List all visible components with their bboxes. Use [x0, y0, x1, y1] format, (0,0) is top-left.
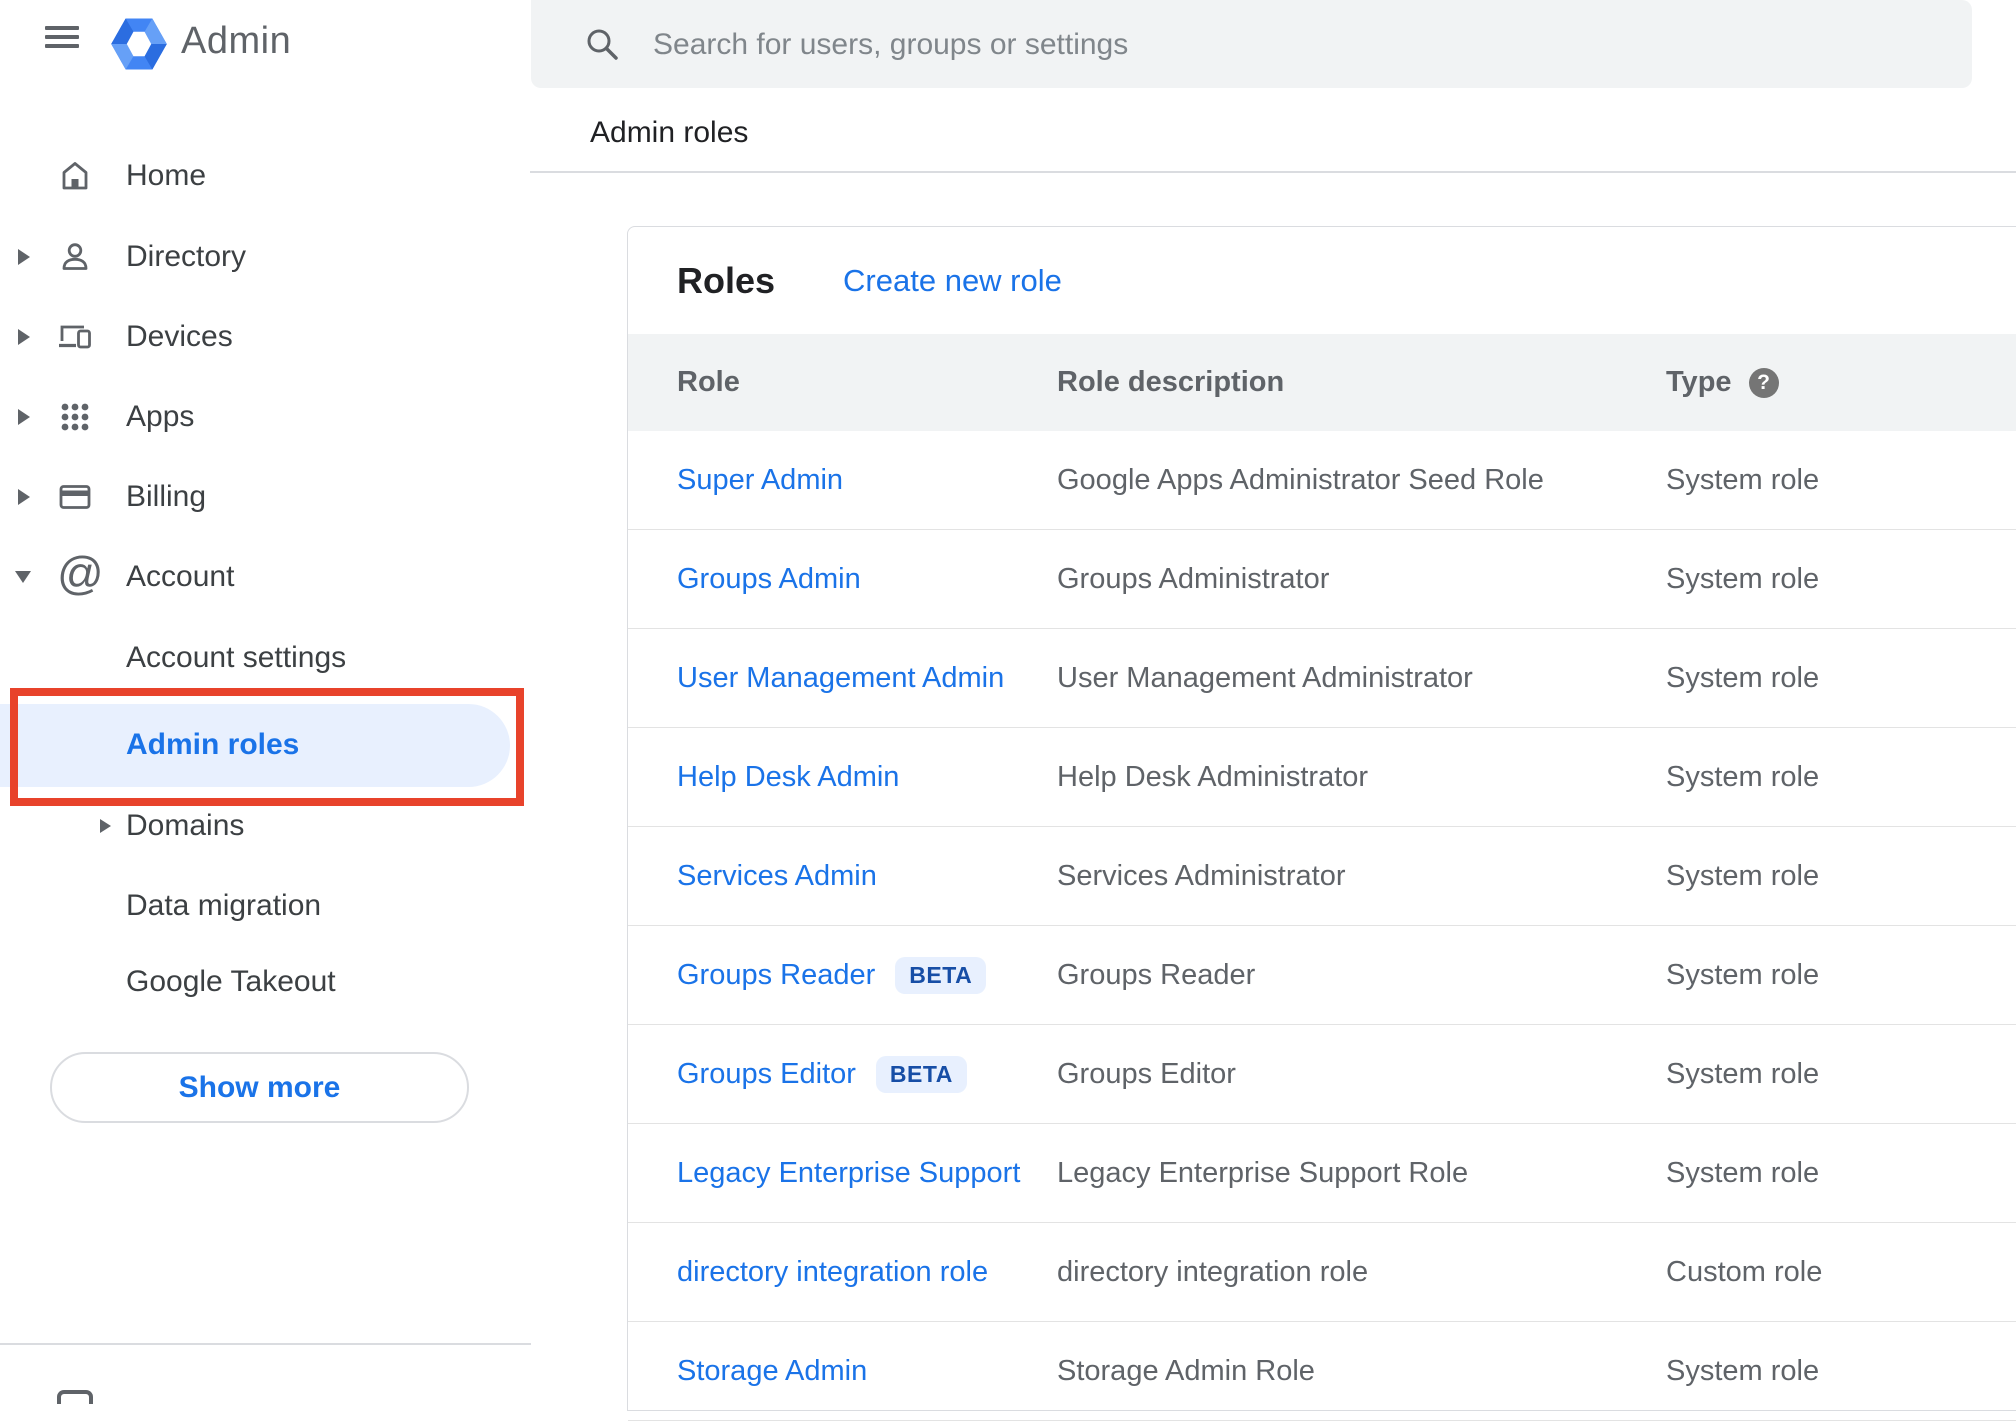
- breadcrumb: Admin roles: [590, 116, 749, 149]
- role-type: System role: [1666, 958, 1820, 991]
- column-header-role: Role: [677, 366, 740, 398]
- google-admin-logo-icon: [111, 14, 167, 79]
- column-header-type: Type: [1666, 366, 1732, 398]
- sidebar-item-account-settings[interactable]: Account settings: [0, 618, 531, 698]
- sidebar-item-label: Data migration: [126, 889, 322, 922]
- create-new-role-link[interactable]: Create new role: [843, 263, 1062, 299]
- sidebar-item-billing[interactable]: Billing: [0, 457, 531, 537]
- sidebar-item-home[interactable]: Home: [0, 136, 531, 216]
- sidebar-item-directory[interactable]: Directory: [0, 217, 531, 297]
- panel-title: Roles: [677, 259, 776, 301]
- sidebar-item-apps[interactable]: Apps: [0, 377, 531, 457]
- table-row: Groups Admin Groups Administrator System…: [628, 530, 2016, 629]
- role-type: System role: [1666, 463, 1820, 496]
- expand-arrow-icon[interactable]: [100, 819, 111, 833]
- role-type: System role: [1666, 1156, 1820, 1189]
- sidebar-item-google-takeout[interactable]: Google Takeout: [0, 942, 531, 1022]
- sidebar-item-label: Google Takeout: [126, 965, 336, 998]
- expand-arrow-icon[interactable]: [18, 329, 30, 345]
- role-type: System role: [1666, 1354, 1820, 1387]
- role-type: System role: [1666, 1057, 1820, 1090]
- sidebar-item-account[interactable]: @ Account: [0, 537, 531, 617]
- role-description: Services Administrator: [1057, 859, 1346, 892]
- role-description: Legacy Enterprise Support Role: [1057, 1156, 1469, 1189]
- sidebar-item-admin-roles[interactable]: Admin roles: [0, 705, 531, 785]
- role-description: directory integration role: [1057, 1255, 1369, 1288]
- sidebar-item-label: Account: [126, 560, 235, 593]
- expand-arrow-icon[interactable]: [18, 249, 30, 265]
- role-description: Google Apps Administrator Seed Role: [1057, 463, 1544, 496]
- partially-visible-icon: [57, 1390, 93, 1404]
- search-input[interactable]: [651, 0, 1935, 90]
- table-row: Services Admin Services Administrator Sy…: [628, 827, 2016, 926]
- sidebar-item-label: Home: [126, 159, 207, 192]
- role-link[interactable]: Help Desk Admin: [677, 761, 899, 794]
- role-link[interactable]: User Management Admin: [677, 662, 1004, 695]
- search-icon: [585, 27, 619, 61]
- sidebar-item-label: Admin roles: [126, 728, 300, 761]
- search-bar[interactable]: [531, 0, 1972, 90]
- role-description: Groups Administrator: [1057, 562, 1330, 595]
- help-icon[interactable]: ?: [1748, 367, 1779, 398]
- role-description: Groups Editor: [1057, 1057, 1236, 1090]
- role-description: Help Desk Administrator: [1057, 760, 1369, 793]
- show-more-button[interactable]: Show more: [50, 1052, 469, 1123]
- table-row: Super Admin Google Apps Administrator Se…: [628, 431, 2016, 530]
- collapse-arrow-icon[interactable]: [15, 571, 31, 583]
- role-type: System role: [1666, 859, 1820, 892]
- role-description: Groups Reader: [1057, 958, 1256, 991]
- role-description: User Management Administrator: [1057, 661, 1473, 694]
- table-row: User Management Admin User Management Ad…: [628, 629, 2016, 728]
- beta-badge: BETA: [875, 1055, 967, 1093]
- role-link[interactable]: Super Admin: [677, 464, 843, 497]
- sidebar-item-data-migration[interactable]: Data migration: [0, 866, 531, 946]
- sidebar-item-label: Directory: [126, 240, 247, 273]
- table-row: Groups Editor BETA Groups Editor System …: [628, 1025, 2016, 1124]
- table-row: Help Desk Admin Help Desk Administrator …: [628, 728, 2016, 827]
- person-icon: [57, 239, 93, 275]
- sidebar-item-domains[interactable]: Domains: [0, 786, 531, 866]
- sidebar-item-label: Domains: [126, 809, 245, 842]
- role-type: Custom role: [1666, 1255, 1823, 1288]
- sidebar-item-devices[interactable]: Devices: [0, 297, 531, 377]
- role-link[interactable]: Groups Admin: [677, 563, 861, 596]
- table-row: Storage Admin Storage Admin Role System …: [628, 1322, 2016, 1421]
- table-row: Legacy Enterprise Support Legacy Enterpr…: [628, 1124, 2016, 1223]
- column-header-description: Role description: [1057, 366, 1285, 398]
- roles-panel-header: Roles Create new role: [628, 227, 2016, 334]
- home-icon: [57, 158, 93, 194]
- role-link[interactable]: Groups Reader: [677, 959, 875, 992]
- menu-icon[interactable]: [45, 26, 79, 48]
- table-row: Groups Reader BETA Groups Reader System …: [628, 926, 2016, 1025]
- credit-card-icon: [57, 479, 93, 515]
- sidebar-item-label: Billing: [126, 480, 207, 513]
- role-link[interactable]: Groups Editor: [677, 1058, 856, 1091]
- sidebar-item-label: Apps: [126, 400, 195, 433]
- beta-badge: BETA: [895, 956, 987, 994]
- expand-arrow-icon[interactable]: [18, 409, 30, 425]
- at-sign-icon: @: [57, 547, 104, 599]
- role-link[interactable]: directory integration role: [677, 1256, 988, 1289]
- role-link[interactable]: Storage Admin: [677, 1355, 867, 1388]
- table-row: directory integration role directory int…: [628, 1223, 2016, 1322]
- apps-grid-icon: [57, 399, 93, 435]
- header-divider: [530, 171, 2016, 173]
- role-type: System role: [1666, 562, 1820, 595]
- role-type: System role: [1666, 760, 1820, 793]
- role-description: Storage Admin Role: [1057, 1354, 1315, 1387]
- expand-arrow-icon[interactable]: [18, 489, 30, 505]
- role-link[interactable]: Services Admin: [677, 860, 877, 893]
- role-link[interactable]: Legacy Enterprise Support: [677, 1157, 1020, 1190]
- sidebar-bottom-divider: [0, 1343, 531, 1345]
- table-header-row: Role Role description Type ?: [628, 334, 2016, 431]
- roles-panel: Roles Create new role Role Role descript…: [627, 226, 2016, 1421]
- devices-icon: [57, 319, 93, 355]
- sidebar-item-label: Account settings: [126, 641, 347, 674]
- role-type: System role: [1666, 661, 1820, 694]
- app-title: Admin: [181, 20, 292, 62]
- sidebar-item-label: Devices: [126, 320, 233, 353]
